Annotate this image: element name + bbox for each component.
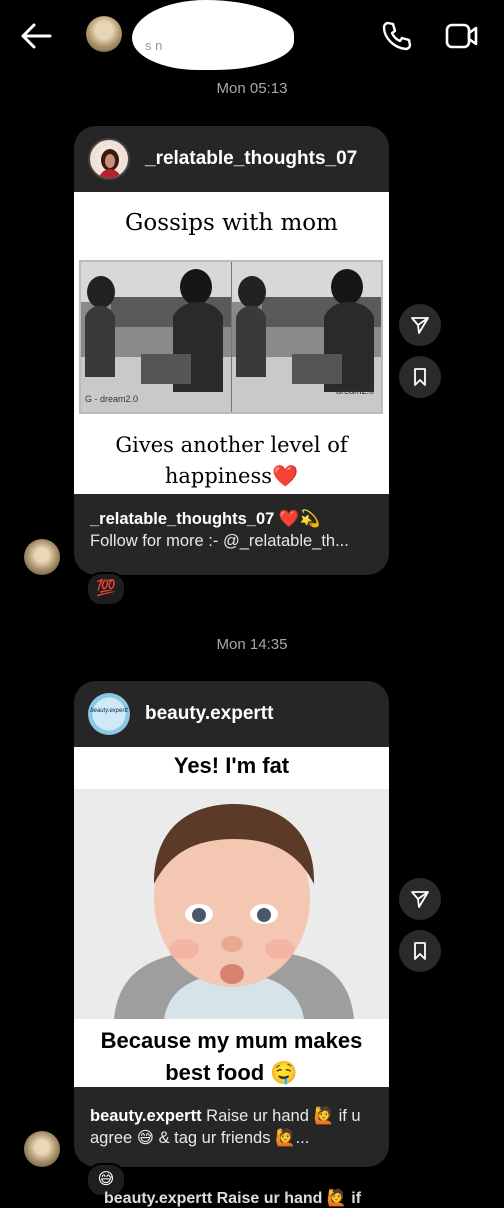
send-icon bbox=[411, 317, 429, 334]
bookmark-icon bbox=[414, 368, 426, 386]
shared-post-card[interactable]: _relatable_thoughts_07 Gossips with mom bbox=[74, 126, 389, 575]
reaction-badge[interactable]: 💯 bbox=[86, 572, 126, 606]
post-top-text: Yes! I'm fat bbox=[173, 753, 290, 778]
post-bottom-text: Gives another level of happiness❤️ bbox=[74, 430, 389, 492]
post-bottom-text: Because my mum makes best food 🤤 bbox=[74, 1025, 389, 1089]
share-button[interactable] bbox=[399, 878, 441, 920]
post-author-avatar[interactable]: beauty.expertt bbox=[88, 693, 130, 735]
partially-visible-caption: beauty.expertt Raise ur hand 🙋 if bbox=[104, 1190, 362, 1207]
post-bottom-line2: best food bbox=[165, 1060, 265, 1085]
post-author-avatar[interactable] bbox=[88, 138, 130, 180]
watermark-right: dream2.0 bbox=[336, 386, 375, 396]
caption-text: Follow for more :- @_relatable_th... bbox=[90, 532, 349, 550]
post-author-username[interactable]: beauty.expertt bbox=[145, 703, 273, 725]
sender-avatar[interactable] bbox=[24, 1131, 60, 1167]
redaction-mark bbox=[132, 0, 294, 70]
avatar-logo-text: beauty.expertt bbox=[90, 708, 128, 714]
post-bottom-line1: Because my mum makes bbox=[100, 1028, 363, 1053]
post-image[interactable]: Yes! I'm fat Because my mum makes best f… bbox=[74, 747, 389, 1087]
post-author-username[interactable]: _relatable_thoughts_07 bbox=[145, 148, 357, 170]
save-button[interactable] bbox=[399, 930, 441, 972]
sender-avatar[interactable] bbox=[24, 539, 60, 575]
drooling-emoji: 🤤 bbox=[270, 1060, 298, 1085]
watermark-left: G - dream2.0 bbox=[85, 394, 139, 404]
post-caption[interactable]: _relatable_thoughts_07 ❤️💫 Follow for mo… bbox=[74, 494, 389, 552]
send-icon bbox=[411, 891, 429, 908]
baby-photo bbox=[74, 789, 389, 1019]
caption-emoji: ❤️💫 bbox=[278, 510, 320, 528]
contact-subtitle: s n bbox=[145, 38, 163, 53]
heart-emoji: ❤️ bbox=[272, 464, 299, 488]
back-arrow-icon[interactable] bbox=[18, 20, 54, 52]
shared-post-card[interactable]: beauty.expertt beauty.expertt Yes! I'm f… bbox=[74, 681, 389, 1167]
share-button[interactable] bbox=[399, 304, 441, 346]
caption-username: beauty.expertt bbox=[90, 1107, 202, 1125]
post-image[interactable]: Gossips with mom G - dream2.0 dream2.0 G… bbox=[74, 192, 389, 494]
post-title-text: Gossips with mom bbox=[125, 210, 338, 236]
post-caption[interactable]: beauty.expertt Raise ur hand 🙋 if u agre… bbox=[74, 1087, 389, 1149]
bookmark-icon bbox=[414, 942, 426, 960]
caption-username: _relatable_thoughts_07 bbox=[90, 510, 275, 528]
meme-photo: G - dream2.0 dream2.0 bbox=[79, 260, 383, 414]
phone-icon[interactable] bbox=[380, 20, 412, 52]
message-timestamp: Mon 05:13 bbox=[216, 80, 288, 97]
message-timestamp: Mon 14:35 bbox=[216, 636, 288, 653]
post-bottom-line1: Gives another level of bbox=[115, 433, 348, 457]
contact-avatar[interactable] bbox=[86, 16, 122, 52]
post-header[interactable]: _relatable_thoughts_07 bbox=[74, 126, 389, 192]
post-header[interactable]: beauty.expertt beauty.expertt bbox=[74, 681, 389, 747]
video-camera-icon[interactable] bbox=[444, 20, 480, 52]
save-button[interactable] bbox=[399, 356, 441, 398]
post-bottom-line2: happiness bbox=[164, 464, 272, 488]
